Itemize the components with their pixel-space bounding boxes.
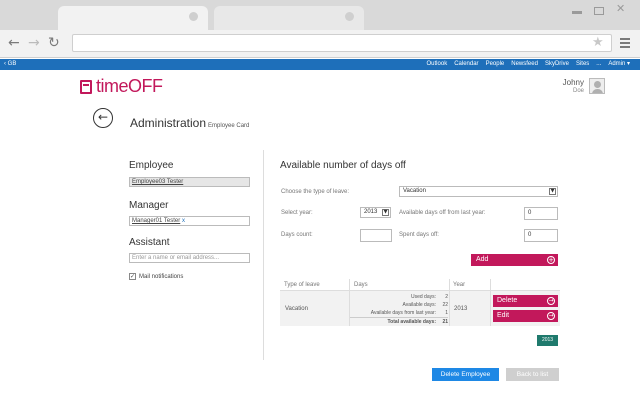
topbar-link-newsfeed[interactable]: Newsfeed [511, 59, 538, 70]
days-line-value: 2 [445, 294, 448, 300]
days-line: Available days from last year: 1 [350, 309, 448, 317]
bookmark-star-icon[interactable]: ★ [592, 35, 604, 50]
page-subtitle: Employee Card [208, 123, 250, 129]
column-divider [490, 279, 491, 326]
checkmark-icon[interactable]: ✓ [129, 273, 136, 280]
manager-tag: Manager01 Tester [132, 218, 181, 224]
year-select[interactable]: 2013 ▼ [360, 207, 391, 218]
topbar-link-outlook[interactable]: Outlook [427, 59, 448, 70]
topbar-link-calendar[interactable]: Calendar [454, 59, 478, 70]
edit-button-label: Edit [497, 312, 510, 319]
add-button[interactable]: Add + [471, 254, 558, 266]
row-year: 2013 [454, 306, 468, 312]
delete-employee-button[interactable]: Delete Employee [432, 368, 499, 381]
col-header-days: Days [354, 282, 368, 288]
days-count-input[interactable] [360, 229, 392, 242]
days-line-label: Available days: [402, 302, 436, 308]
menu-icon[interactable] [620, 38, 630, 50]
user-name: Johny [562, 78, 584, 87]
col-header-year: Year [453, 282, 466, 288]
avail-last-year-input[interactable]: 0 [524, 207, 558, 220]
browser-tab[interactable] [214, 6, 364, 30]
spent-days-input[interactable]: 0 [524, 229, 558, 242]
employee-label: Employee [129, 160, 174, 171]
assistant-label: Assistant [129, 237, 170, 248]
edit-button[interactable]: Edit → [493, 310, 558, 322]
row-leave-type: Vacation [285, 306, 308, 312]
user-surname: Doe [572, 88, 584, 94]
browser-tab[interactable] [58, 6, 208, 30]
mail-notifications-label: Mail notifications [139, 273, 184, 280]
plus-icon: + [547, 256, 555, 264]
row-days-breakdown: Used days: 2 Available days: 22 Available … [350, 293, 448, 326]
close-window-icon[interactable]: ✕ [616, 3, 628, 15]
logo-text: timeOFF [96, 76, 163, 96]
arrow-right-icon: → [547, 297, 555, 305]
days-line: Used days: 2 [350, 293, 448, 301]
chevron-down-icon[interactable]: ▼ [549, 188, 556, 195]
days-count-label: Days count: [281, 232, 313, 238]
year-value: 2013 [364, 209, 378, 215]
manager-field[interactable]: Manager01 Tester x [129, 216, 250, 226]
assistant-placeholder: Enter a name or email address... [132, 255, 220, 261]
app-topbar: ‹ GB Outlook Calendar People Newsfeed Sk… [0, 59, 640, 70]
table-header: Type of leave Days Year [280, 279, 560, 291]
topbar-back-link[interactable]: ‹ GB [4, 59, 16, 70]
page-title-text: Administration [130, 116, 207, 130]
employee-field: Employee03 Tester [129, 177, 250, 187]
mail-notifications-checkbox[interactable]: ✓ Mail notifications [129, 273, 183, 280]
add-button-label: Add [476, 256, 489, 263]
address-bar[interactable] [72, 34, 612, 52]
app-logo[interactable]: timeOFF [80, 76, 163, 97]
assistant-input[interactable]: Enter a name or email address... [129, 253, 250, 263]
days-line-label: Available days from last year: [370, 310, 436, 316]
col-header-type: Type of leave [284, 282, 320, 288]
back-circle-icon[interactable]: ← [93, 108, 113, 128]
leave-type-label: Choose the type of leave: [281, 189, 350, 195]
topbar-link-people[interactable]: People [486, 59, 505, 70]
back-to-list-button[interactable]: Back to list [506, 368, 559, 381]
page-title: Administration Employee Card [130, 116, 249, 130]
close-tab-icon[interactable] [189, 12, 198, 21]
browser-tabstrip: ✕ [0, 0, 640, 30]
leave-type-value: Vacation [403, 188, 426, 194]
minimize-icon[interactable] [572, 11, 582, 14]
days-off-title: Available number of days off [280, 160, 406, 171]
maximize-icon[interactable] [594, 7, 604, 15]
column-divider [449, 279, 450, 326]
year-label: Select year: [281, 210, 313, 216]
days-line-value: 22 [442, 302, 448, 308]
manager-label: Manager [129, 200, 169, 211]
topbar-link-skydrive[interactable]: SkyDrive [545, 59, 569, 70]
year-badge[interactable]: 2013 [537, 335, 558, 346]
arrow-right-icon: → [547, 312, 555, 320]
days-line-value: 1 [445, 310, 448, 316]
topbar-link-sites[interactable]: Sites [576, 59, 589, 70]
forward-arrow-icon[interactable]: → [28, 36, 40, 50]
remove-manager-icon[interactable]: x [182, 218, 185, 224]
topbar-link-admin[interactable]: Admin ▾ [608, 59, 630, 70]
reload-icon[interactable]: ↻ [48, 36, 60, 50]
days-total-line: Total available days: 21 [350, 317, 448, 326]
days-line-label: Used days: [410, 294, 436, 300]
days-total-value: 21 [442, 319, 448, 325]
avail-last-year-label: Available days off from last year: [399, 210, 486, 216]
panel-divider [263, 150, 264, 360]
chevron-down-icon[interactable]: ▼ [382, 209, 389, 216]
spent-days-label: Spent days off: [399, 232, 439, 238]
calendar-logo-icon [80, 79, 92, 94]
close-tab-icon[interactable] [345, 12, 354, 21]
user-info[interactable]: Johny Doe [563, 78, 584, 96]
delete-button[interactable]: Delete → [493, 295, 558, 307]
topbar-links: Outlook Calendar People Newsfeed SkyDriv… [427, 59, 630, 70]
days-line: Available days: 22 [350, 301, 448, 309]
delete-button-label: Delete [497, 297, 518, 304]
avatar[interactable] [589, 78, 605, 94]
days-total-label: Total available days: [387, 319, 436, 325]
back-arrow-icon[interactable]: ← [8, 36, 20, 50]
topbar-link-more[interactable]: ... [596, 59, 601, 70]
leave-type-select[interactable]: Vacation ▼ [399, 186, 558, 197]
